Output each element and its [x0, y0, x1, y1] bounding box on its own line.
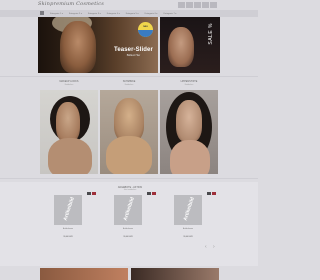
main-nav: Kategorie 1 Kategorie 2 Kategorie 3 Kate…: [0, 10, 258, 17]
product-name[interactable]: Artikelname: [54, 228, 82, 230]
category-title: LIPPENSTIFTE: [180, 80, 198, 83]
slider-prev-button[interactable]: ‹: [205, 244, 207, 250]
product-card[interactable]: Artikelbild Artikelname 99,00 EUR: [54, 192, 96, 252]
product-slider: ANGEBOTE - AKTION Jetzt entdecken Artike…: [0, 182, 258, 266]
bottom-banner-2[interactable]: [131, 268, 219, 280]
nav-item[interactable]: Kategorie 7: [164, 12, 177, 15]
product-card[interactable]: Artikelbild Artikelname 99,00 EUR: [174, 192, 216, 252]
compare-icon[interactable]: [202, 2, 209, 8]
category-image-2[interactable]: [100, 90, 158, 174]
nav-item[interactable]: Kategorie 1: [50, 12, 63, 15]
search-icon[interactable]: [194, 2, 201, 8]
wishlist-icon[interactable]: [186, 2, 193, 8]
sale-badge: [152, 192, 156, 195]
home-icon[interactable]: [40, 11, 44, 15]
nav-item[interactable]: Kategorie 2: [69, 12, 82, 15]
category-image-1[interactable]: [40, 90, 98, 174]
hero-section: Teaser-Slider Bildtext Hier NEU SALE %: [38, 17, 220, 73]
product-card[interactable]: Artikelbild Artikelname 99,00 EUR: [114, 192, 156, 252]
new-badge: [207, 192, 211, 195]
hero-caption: Teaser-Slider Bildtext Hier: [114, 47, 153, 57]
product-image-placeholder[interactable]: Artikelbild: [114, 195, 142, 225]
sale-model-image: [168, 27, 194, 67]
account-icon[interactable]: [178, 2, 185, 8]
placeholder-text: Artikelbild: [182, 196, 196, 222]
model-body: [170, 140, 210, 174]
model-face: [176, 100, 202, 142]
product-price: 99,00 EUR: [123, 236, 133, 238]
model-body: [48, 138, 92, 174]
sticker-text: NEU: [143, 26, 148, 28]
category-label-2[interactable]: SCHMINKE Entdecken: [99, 80, 159, 86]
slider-next-button[interactable]: ›: [213, 244, 215, 250]
new-badge: [87, 192, 91, 195]
model-face: [56, 102, 80, 142]
divider: [0, 76, 258, 77]
header-icons: [178, 2, 217, 8]
category-title: SCHMINKE: [122, 80, 136, 83]
promo-sticker: NEU: [138, 22, 153, 37]
bottom-banner-1[interactable]: [40, 268, 128, 280]
category-subtitle: Entdecken: [64, 84, 74, 86]
product-image-placeholder[interactable]: Artikelbild: [54, 195, 82, 225]
sale-text: SALE %: [208, 23, 214, 45]
cart-icon[interactable]: [210, 2, 217, 8]
product-image-placeholder[interactable]: Artikelbild: [174, 195, 202, 225]
category-title: MAKEUP LOOKS: [59, 80, 79, 83]
nav-item[interactable]: Kategorie 5: [126, 12, 139, 15]
category-subtitle: Entdecken: [124, 84, 134, 86]
divider: [0, 178, 258, 179]
product-name[interactable]: Artikelname: [114, 228, 142, 230]
category-subtitle: Entdecken: [184, 84, 194, 86]
sticker-band: [138, 30, 153, 37]
sale-banner[interactable]: SALE %: [160, 17, 220, 73]
category-image-3[interactable]: [160, 90, 218, 174]
products-heading: ANGEBOTE - AKTION Jetzt entdecken: [110, 186, 150, 191]
category-label-3[interactable]: LIPPENSTIFTE Entdecken: [159, 80, 219, 86]
nav-item[interactable]: Kategorie 4: [107, 12, 120, 15]
products-subtitle: Jetzt entdecken: [123, 189, 137, 191]
product-price: 99,00 EUR: [183, 236, 193, 238]
placeholder-text: Artikelbild: [62, 196, 76, 222]
hero-model-image: [60, 21, 96, 73]
top-bar: Skinpremium Cosmetics: [0, 0, 258, 10]
placeholder-text: Artikelbild: [122, 196, 136, 222]
nav-item[interactable]: Kategorie 3: [88, 12, 101, 15]
logo[interactable]: Skinpremium Cosmetics: [38, 1, 104, 7]
sale-badge: [212, 192, 216, 195]
hero-subtitle: Bildtext Hier: [126, 54, 141, 57]
model-body: [106, 136, 152, 174]
sale-badge: [92, 192, 96, 195]
teaser-slider[interactable]: Teaser-Slider Bildtext Hier NEU: [38, 17, 158, 73]
product-price: 99,00 EUR: [63, 236, 73, 238]
nav-item[interactable]: Kategorie 6: [145, 12, 158, 15]
category-label-1[interactable]: MAKEUP LOOKS Entdecken: [39, 80, 99, 86]
product-name[interactable]: Artikelname: [174, 228, 202, 230]
new-badge: [147, 192, 151, 195]
hero-title: Teaser-Slider: [114, 47, 153, 53]
